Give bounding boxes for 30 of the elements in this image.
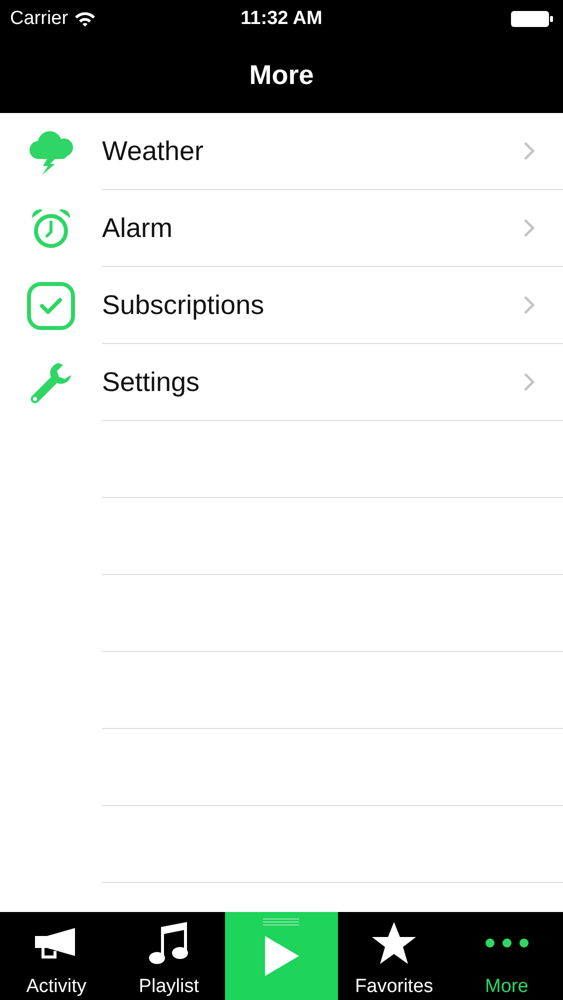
- cloud-lightning-icon: [27, 128, 75, 174]
- play-icon: [262, 934, 300, 978]
- carrier-label: Carrier: [10, 6, 68, 31]
- menu-label: Subscriptions: [102, 288, 264, 322]
- chevron-icon: [523, 295, 535, 315]
- chevron-icon: [523, 372, 535, 392]
- tab-item[interactable]: Favorites: [338, 912, 450, 1000]
- chevron-icon: [523, 218, 535, 238]
- battery-icon: [511, 11, 553, 27]
- grip-icon: [263, 918, 300, 926]
- screen-title: More: [249, 59, 314, 92]
- menu-label: Alarm: [102, 212, 173, 245]
- wifi-icon: [74, 11, 96, 27]
- menu-label: Weather: [102, 134, 204, 168]
- tab-item[interactable]: Playlist: [112, 912, 226, 1000]
- music-note-icon: [148, 920, 190, 964]
- chevron-icon: [523, 141, 535, 161]
- more-dots-icon: [484, 938, 529, 948]
- menu-row[interactable]: Alarm: [0, 190, 563, 267]
- wrench-icon: [29, 360, 73, 404]
- menu-label: Settings: [102, 366, 200, 399]
- menu-row[interactable]: Settings: [0, 344, 563, 421]
- tab-item[interactable]: More: [450, 912, 563, 1000]
- star-icon: [371, 920, 418, 964]
- play-tab[interactable]: [225, 912, 338, 1000]
- checkbox-icon: [26, 280, 76, 330]
- menu-row[interactable]: Weather: [0, 113, 563, 190]
- menu-row[interactable]: Subscriptions: [0, 267, 563, 344]
- status-time: 11:32 AM: [240, 6, 322, 31]
- tab-item[interactable]: Activity: [0, 912, 113, 1000]
